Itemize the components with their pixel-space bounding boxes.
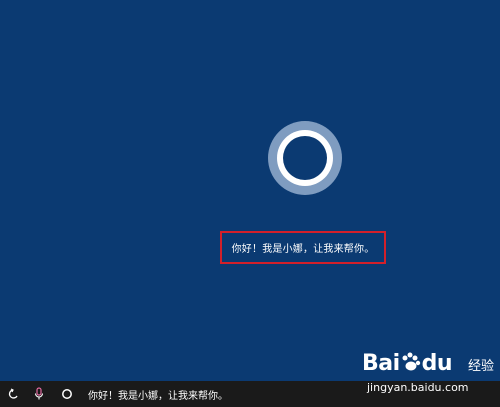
baidu-jingyan-watermark: Bai du 经验 jingyan.baidu.com [362, 351, 495, 401]
watermark-url: jingyan.baidu.com [367, 381, 469, 394]
microphone-icon[interactable] [32, 387, 46, 401]
cortana-circle-icon[interactable] [60, 387, 74, 401]
greeting-text: 你好！我是小娜，让我来帮你。 [231, 244, 375, 255]
paw-icon [402, 352, 420, 371]
back-arrow-icon[interactable] [6, 387, 20, 401]
cortana-ring-icon [268, 121, 342, 195]
cortana-ring-center [283, 136, 327, 180]
jingyan-label: 经验 [468, 359, 495, 374]
cortana-setup-screen: 你好！我是小娜，让我来帮你。 [0, 0, 500, 381]
taskbar-greeting-text: 你好！我是小娜，让我来帮你。 [88, 390, 228, 402]
baidu-logo: Bai du [362, 351, 453, 376]
highlighted-greeting-box: 你好！我是小娜，让我来帮你。 [220, 231, 386, 264]
